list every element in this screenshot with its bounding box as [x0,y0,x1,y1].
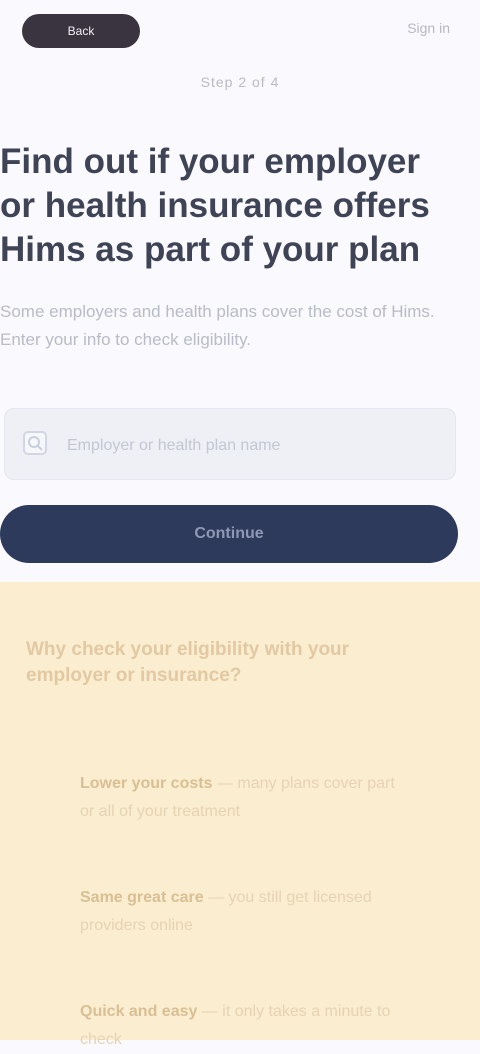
continue-button[interactable]: Continue [0,505,458,563]
top-bar: Back Sign in [0,0,480,70]
list-item: Lower your costs — many plans cover part… [80,770,400,826]
step-indicator: Step 2 of 4 [200,74,280,90]
page-subtitle: Some employers and health plans cover th… [0,302,435,349]
list-item-bold: Quick and easy [80,1003,198,1020]
sign-in-link[interactable]: Sign in [350,20,450,40]
info-title: Why check your eligibility with your emp… [26,639,350,686]
search-icon [23,431,47,455]
list-item: Quick and easy — it only takes a minute … [80,998,400,1054]
employer-search-input[interactable] [65,433,399,459]
employer-search-field[interactable] [4,408,456,480]
page-title: Find out if your employer or health insu… [0,142,430,269]
info-panel: Why check your eligibility with your emp… [0,582,480,1048]
list-item: Same great care — you still get licensed… [80,884,400,940]
back-button[interactable]: Back [22,14,140,48]
list-item-bold: Same great care [80,889,204,906]
list-item-bold: Lower your costs [80,775,213,792]
